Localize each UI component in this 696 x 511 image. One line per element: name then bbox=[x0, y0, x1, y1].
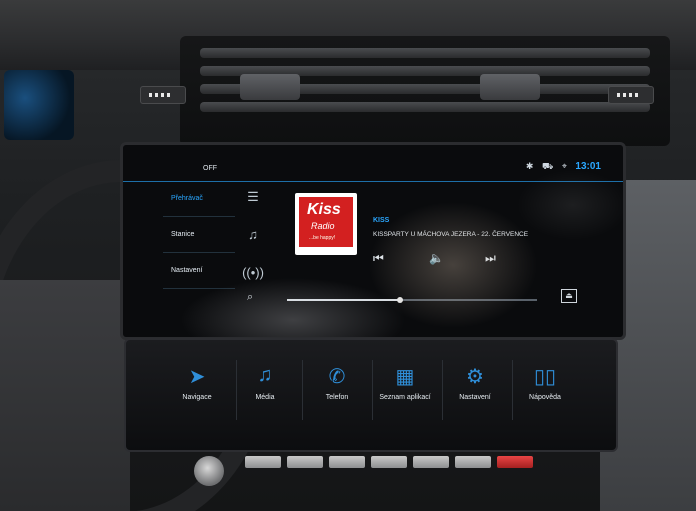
air-vent bbox=[180, 36, 670, 146]
logo-tagline: ...be happy! bbox=[309, 235, 336, 241]
music-file-icon[interactable]: ♫ bbox=[241, 227, 265, 265]
hw-button[interactable] bbox=[371, 456, 407, 468]
logo-text: Kiss bbox=[307, 201, 341, 218]
gear-icon: ⚙ bbox=[466, 366, 484, 388]
radio-menu: Přehrávač Stanice Nastavení bbox=[163, 181, 235, 321]
phone-icon: ✆ bbox=[328, 366, 346, 388]
search-icon[interactable]: ⌕ bbox=[247, 291, 253, 304]
car-icon: ⛟ bbox=[541, 161, 554, 171]
shortcut-settings[interactable]: ⚙ Nastavení bbox=[440, 364, 510, 401]
hw-button[interactable] bbox=[329, 456, 365, 468]
car-dashboard-photo: OFF ✱ ⛟ ⌖ 13:01 Přehrávač Stanice Nastav… bbox=[0, 0, 696, 511]
track-info: KISSPARTY U MÁCHOVA JEZERA - 22. ČERVENC… bbox=[373, 231, 529, 238]
bluetooth-icon: ✱ bbox=[525, 161, 534, 171]
location-icon: ⌖ bbox=[561, 161, 567, 171]
station-logo: Kiss Radio ...be happy! bbox=[295, 193, 357, 255]
infotainment-screen: OFF ✱ ⛟ ⌖ 13:01 Přehrávač Stanice Nastav… bbox=[120, 142, 626, 340]
shortcut-phone[interactable]: ✆ Telefon bbox=[302, 364, 372, 401]
shortcut-label: Nastavení bbox=[459, 394, 491, 401]
menu-item-label: Stanice bbox=[171, 231, 195, 238]
bottom-row: ⌕ ⏏ bbox=[247, 289, 577, 307]
apps-grid-icon: ▦ bbox=[395, 366, 415, 388]
source-icons: ☰ ♫ ((•)) bbox=[241, 189, 265, 303]
logo-subtext: Radio bbox=[311, 221, 335, 231]
clock: 13:01 bbox=[575, 161, 601, 172]
eject-icon[interactable]: ⏏ bbox=[561, 289, 577, 303]
status-bar: OFF ✱ ⛟ ⌖ 13:01 bbox=[123, 159, 623, 182]
status-icons: ✱ ⛟ ⌖ 13:01 bbox=[520, 161, 601, 173]
shortcut-label: Nápověda bbox=[529, 394, 561, 401]
door-panel bbox=[0, 280, 130, 511]
menu-item-player[interactable]: Přehrávač bbox=[163, 181, 235, 217]
left-vent-control bbox=[140, 86, 186, 104]
hw-button[interactable] bbox=[455, 456, 491, 468]
progress-thumb[interactable] bbox=[396, 297, 403, 303]
shortcut-navigation[interactable]: ➤ Navigace bbox=[162, 364, 232, 401]
book-icon: ▯▯ bbox=[533, 366, 556, 388]
progress-bar[interactable] bbox=[287, 297, 537, 303]
previous-icon[interactable]: ⏮ bbox=[373, 251, 384, 266]
shortcut-media[interactable]: ♫ Média bbox=[230, 364, 300, 401]
navigation-arrow-icon: ➤ bbox=[188, 366, 206, 388]
hw-button[interactable] bbox=[413, 456, 449, 468]
next-icon[interactable]: ⏭ bbox=[485, 251, 496, 266]
menu-icon[interactable]: ☰ bbox=[241, 189, 265, 227]
music-note-icon: ♫ bbox=[257, 364, 273, 386]
menu-item-settings[interactable]: Nastavení bbox=[163, 253, 235, 289]
shortcut-bar: ➤ Navigace ♫ Média ✆ Telefon ▦ Seznam ap… bbox=[124, 338, 618, 452]
power-off-label[interactable]: OFF bbox=[203, 165, 217, 172]
station-name: KISS bbox=[373, 217, 390, 224]
volume-icon[interactable]: 🔈 bbox=[429, 251, 444, 265]
menu-item-label: Přehrávač bbox=[171, 195, 203, 202]
shortcut-label: Média bbox=[255, 394, 275, 401]
shortcut-label: Telefon bbox=[325, 394, 349, 401]
menu-item-stations[interactable]: Stanice bbox=[163, 217, 235, 253]
shortcut-help[interactable]: ▯▯ Nápověda bbox=[510, 364, 580, 401]
hardware-buttons bbox=[245, 456, 535, 470]
shortcut-label: Seznam aplikací bbox=[379, 394, 431, 401]
shortcut-apps[interactable]: ▦ Seznam aplikací bbox=[370, 364, 440, 401]
hw-button[interactable] bbox=[245, 456, 281, 468]
volume-knob[interactable] bbox=[194, 456, 224, 486]
instrument-cluster bbox=[4, 70, 74, 140]
playback-controls: ⏮ 🔈 ⏭ bbox=[373, 251, 503, 271]
shortcut-label: Navigace bbox=[182, 394, 212, 401]
hw-button[interactable] bbox=[287, 456, 323, 468]
right-vent-control bbox=[608, 86, 654, 104]
hazard-button[interactable] bbox=[497, 456, 533, 468]
menu-item-label: Nastavení bbox=[171, 267, 203, 274]
